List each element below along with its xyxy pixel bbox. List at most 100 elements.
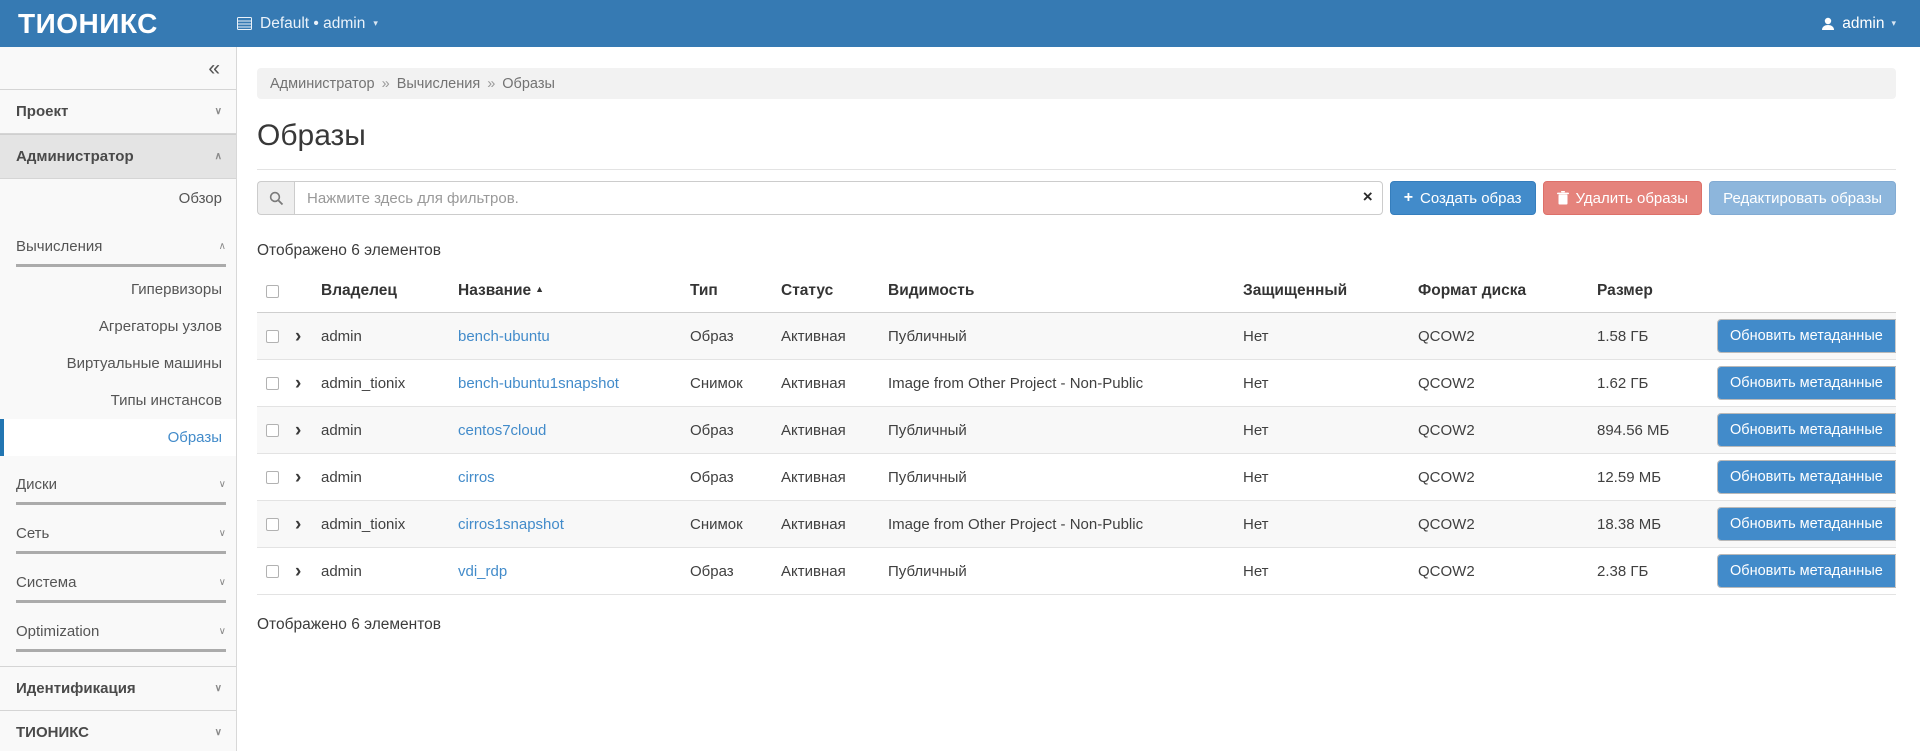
user-menu[interactable]: admin ▾ <box>1821 15 1896 33</box>
edit-images-button[interactable]: Редактировать образы <box>1709 181 1896 215</box>
row-actions-dropdown-toggle[interactable]: ▾ <box>1895 461 1896 493</box>
breadcrumb-admin[interactable]: Администратор <box>270 76 375 92</box>
row-actions-dropdown-toggle[interactable]: ▾ <box>1895 555 1896 587</box>
row-actions-dropdown-toggle[interactable]: ▾ <box>1895 414 1896 446</box>
image-name-link[interactable]: vdi_rdp <box>458 563 507 580</box>
column-disk-format[interactable]: Формат диска <box>1416 269 1595 313</box>
chevron-up-icon: ∧ <box>219 241 226 252</box>
row-actions-dropdown-toggle[interactable]: ▾ <box>1895 508 1896 540</box>
chevron-down-icon: ∨ <box>215 106 222 117</box>
expand-row-icon[interactable]: › <box>295 420 301 441</box>
column-type[interactable]: Тип <box>688 269 779 313</box>
column-visibility[interactable]: Видимость <box>886 269 1241 313</box>
cell-type: Образ <box>688 313 779 360</box>
cell-visibility: Публичный <box>886 407 1241 454</box>
row-checkbox[interactable] <box>266 377 279 390</box>
update-metadata-button[interactable]: Обновить метаданные <box>1718 367 1895 399</box>
column-size[interactable]: Размер <box>1595 269 1715 313</box>
update-metadata-button[interactable]: Обновить метаданные <box>1718 508 1895 540</box>
breadcrumb-separator: » <box>487 76 495 92</box>
image-name-link[interactable]: cirros <box>458 469 495 486</box>
breadcrumb-images[interactable]: Образы <box>502 76 555 92</box>
row-checkbox[interactable] <box>266 330 279 343</box>
cell-owner: admin_tionix <box>319 360 456 407</box>
row-action-group: Обновить метаданные ▾ <box>1717 460 1896 494</box>
row-checkbox[interactable] <box>266 565 279 578</box>
cell-visibility: Публичный <box>886 548 1241 595</box>
expand-row-icon[interactable]: › <box>295 514 301 535</box>
column-name[interactable]: Название▲ <box>456 269 688 313</box>
update-metadata-button[interactable]: Обновить метаданные <box>1718 461 1895 493</box>
delete-images-button[interactable]: Удалить образы <box>1543 181 1703 215</box>
column-status[interactable]: Статус <box>779 269 886 313</box>
plus-icon: + <box>1404 189 1413 207</box>
row-action-group: Обновить метаданные ▾ <box>1717 366 1896 400</box>
column-protected[interactable]: Защищенный <box>1241 269 1416 313</box>
sidebar-item-overview[interactable]: Обзор <box>0 179 236 218</box>
update-metadata-button[interactable]: Обновить метаданные <box>1718 414 1895 446</box>
table-row: › admin vdi_rdp Образ Активная Публичный… <box>257 548 1896 595</box>
sidebar-section-project[interactable]: Проект ∨ <box>0 90 236 134</box>
breadcrumb-compute[interactable]: Вычисления <box>397 76 480 92</box>
delete-images-label: Удалить образы <box>1576 190 1689 207</box>
image-name-link[interactable]: bench-ubuntu1snapshot <box>458 375 619 392</box>
expand-row-icon[interactable]: › <box>295 326 301 347</box>
sidebar-group-system[interactable]: Система ∨ <box>16 568 226 603</box>
cell-type: Образ <box>688 407 779 454</box>
sidebar-section-admin[interactable]: Администратор ∧ <box>0 134 236 179</box>
table-header-row: Владелец Название▲ Тип Статус Видимость … <box>257 269 1896 313</box>
sidebar-item-instances[interactable]: Виртуальные машины <box>0 345 236 382</box>
select-all-checkbox[interactable] <box>266 285 279 298</box>
group-label: Система <box>16 574 76 591</box>
user-label: admin <box>1842 15 1884 33</box>
filter-toolbar: × + Создать образ Удалить образы Редакти… <box>257 181 1896 215</box>
create-image-button[interactable]: + Создать образ <box>1390 181 1536 215</box>
cell-status: Активная <box>779 313 886 360</box>
update-metadata-button[interactable]: Обновить метаданные <box>1718 320 1895 352</box>
sidebar-collapse-button[interactable]: « <box>208 58 220 79</box>
sidebar-section-tionix[interactable]: ТИОНИКС ∨ <box>0 710 236 751</box>
images-table: Владелец Название▲ Тип Статус Видимость … <box>257 269 1896 595</box>
chevron-down-icon: ∨ <box>215 683 222 694</box>
image-name-link[interactable]: bench-ubuntu <box>458 328 550 345</box>
sidebar-item-host-aggregates[interactable]: Агрегаторы узлов <box>0 308 236 345</box>
sidebar-group-volumes[interactable]: Диски ∨ <box>16 470 226 505</box>
section-label: Проект <box>16 103 68 120</box>
sidebar-item-flavors[interactable]: Типы инстансов <box>0 382 236 419</box>
search-addon[interactable] <box>257 181 294 215</box>
row-checkbox[interactable] <box>266 424 279 437</box>
cell-size: 1.58 ГБ <box>1595 313 1715 360</box>
sidebar-section-identity[interactable]: Идентификация ∨ <box>0 666 236 710</box>
row-action-group: Обновить метаданные ▾ <box>1717 319 1896 353</box>
cell-disk-format: QCOW2 <box>1416 407 1595 454</box>
cell-type: Образ <box>688 548 779 595</box>
items-count-top: Отображено 6 элементов <box>257 242 1896 260</box>
chevron-down-icon: ∨ <box>219 528 226 539</box>
image-name-link[interactable]: centos7cloud <box>458 422 546 439</box>
update-metadata-button[interactable]: Обновить метаданные <box>1718 555 1895 587</box>
sidebar-group-optimization[interactable]: Optimization ∨ <box>16 617 226 652</box>
sidebar-group-compute[interactable]: Вычисления ∧ <box>16 232 226 267</box>
row-checkbox[interactable] <box>266 518 279 531</box>
row-actions-dropdown-toggle[interactable]: ▾ <box>1895 320 1896 352</box>
cell-status: Активная <box>779 407 886 454</box>
title-divider <box>257 169 1896 170</box>
row-checkbox[interactable] <box>266 471 279 484</box>
sidebar-item-images[interactable]: Образы <box>0 419 236 456</box>
expand-row-icon[interactable]: › <box>295 373 301 394</box>
filter-input[interactable] <box>294 181 1383 215</box>
expand-row-icon[interactable]: › <box>295 467 301 488</box>
actions-column-header <box>1715 269 1896 313</box>
sidebar-item-hypervisors[interactable]: Гипервизоры <box>0 271 236 308</box>
cell-disk-format: QCOW2 <box>1416 548 1595 595</box>
sidebar-group-network[interactable]: Сеть ∨ <box>16 519 226 554</box>
cell-size: 1.62 ГБ <box>1595 360 1715 407</box>
clear-filter-icon[interactable]: × <box>1363 187 1373 207</box>
image-name-link[interactable]: cirros1snapshot <box>458 516 564 533</box>
expand-row-icon[interactable]: › <box>295 561 301 582</box>
chevron-down-icon: ∨ <box>219 479 226 490</box>
column-owner[interactable]: Владелец <box>319 269 456 313</box>
row-actions-dropdown-toggle[interactable]: ▾ <box>1895 367 1896 399</box>
cell-status: Активная <box>779 501 886 548</box>
project-context-switcher[interactable]: Default • admin ▾ <box>237 15 378 33</box>
